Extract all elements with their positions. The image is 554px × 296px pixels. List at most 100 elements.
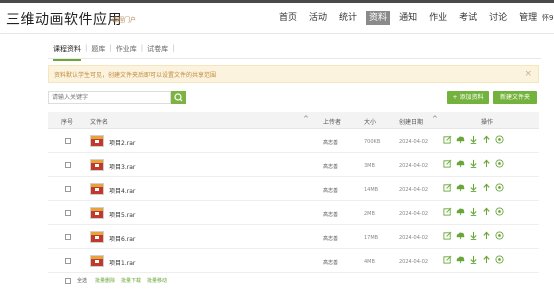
table-row[interactable]: 项目1.rar 高志善 4MB 2024-04-02	[48, 250, 539, 273]
select-all-checkbox[interactable]	[65, 277, 71, 284]
uploader: 高志善	[323, 260, 339, 266]
col-created-date[interactable]: 创建日期	[399, 117, 423, 126]
file-name[interactable]: 项目2.rar	[109, 138, 135, 147]
sort-caret-icon[interactable]: ^	[432, 115, 438, 123]
archive-file-icon	[90, 231, 104, 243]
table-row[interactable]: 项目5.rar 高志善 2MB 2024-04-02	[48, 202, 539, 225]
nav-exams[interactable]: 考试	[456, 11, 480, 25]
nav-management[interactable]: 管理	[516, 11, 540, 25]
file-name[interactable]: 项目4.rar	[109, 186, 135, 195]
notice-banner: 资料默认学生可见，创建文件夹后即可以设置文件的共享范围 ×	[48, 65, 539, 83]
batch-download-link[interactable]: 批量下载	[121, 277, 141, 284]
nav-materials[interactable]: 资料	[366, 11, 391, 25]
move-up-icon[interactable]	[482, 135, 491, 144]
cloud-upload-icon[interactable]	[456, 207, 465, 216]
col-size: 大小	[364, 119, 377, 126]
created-date: 2024-04-02	[399, 139, 429, 145]
file-size: 2MB	[364, 211, 375, 217]
batch-move-link[interactable]: 批量移动	[147, 277, 167, 284]
archive-file-icon	[90, 255, 104, 267]
edit-icon[interactable]	[443, 255, 452, 264]
table-row[interactable]: 项目3.rar 高志善 3MB 2024-04-02	[48, 154, 539, 177]
col-uploader: 上传者	[323, 119, 342, 126]
batch-delete-link[interactable]: 批量删除	[95, 277, 115, 284]
move-up-icon[interactable]	[482, 231, 491, 240]
cloud-upload-icon[interactable]	[456, 159, 465, 168]
file-name[interactable]: 项目3.rar	[109, 162, 135, 171]
table-row[interactable]: 项目2.rar 高志善 700KB 2024-04-02	[48, 130, 539, 153]
row-actions	[443, 135, 508, 144]
tabs-underline	[48, 58, 541, 59]
add-material-button[interactable]: + 添加资料	[447, 91, 489, 104]
uploader: 高志善	[323, 188, 339, 194]
table-row[interactable]: 项目6.rar 高志善 17MB 2024-04-02	[48, 226, 539, 249]
file-name[interactable]: 项目6.rar	[109, 234, 135, 243]
sort-caret-icon[interactable]: ^	[303, 115, 309, 123]
select-all-label[interactable]: 全选	[77, 277, 87, 284]
archive-file-icon	[90, 135, 104, 147]
header: 三维动画软件应用 课程门户 首页 活动 统计 资料 通知 作业 考试 讨论 管理…	[0, 3, 554, 33]
created-date: 2024-04-02	[399, 211, 429, 217]
nav-notices[interactable]: 通知	[396, 11, 420, 25]
uploader: 高志善	[323, 236, 339, 242]
move-up-icon[interactable]	[482, 159, 491, 168]
download-icon[interactable]	[469, 159, 478, 168]
move-up-icon[interactable]	[482, 255, 491, 264]
nav-homework[interactable]: 作业	[426, 11, 450, 25]
download-icon[interactable]	[469, 135, 478, 144]
search-button[interactable]	[171, 91, 186, 104]
download-icon[interactable]	[469, 207, 478, 216]
move-up-icon[interactable]	[482, 207, 491, 216]
more-options-icon[interactable]	[495, 183, 504, 192]
more-options-icon[interactable]	[495, 231, 504, 240]
new-folder-button[interactable]: 新建文件夹	[493, 91, 537, 104]
cloud-upload-icon[interactable]	[456, 255, 465, 264]
search-icon	[174, 93, 183, 102]
edit-icon[interactable]	[443, 159, 452, 168]
nav-activity[interactable]: 活动	[306, 11, 330, 25]
header-divider	[0, 33, 554, 34]
notice-text: 资料默认学生可见，创建文件夹后即可以设置文件的共享范围	[54, 72, 217, 79]
file-size: 4MB	[364, 259, 375, 265]
nav-home[interactable]: 首页	[276, 11, 300, 25]
created-date: 2024-04-02	[399, 259, 429, 265]
course-portal-link[interactable]: 课程门户	[112, 15, 136, 24]
search-input[interactable]	[48, 91, 171, 104]
download-icon[interactable]	[469, 231, 478, 240]
row-checkbox[interactable]	[65, 234, 71, 240]
edit-icon[interactable]	[443, 231, 452, 240]
table-row[interactable]: 项目4.rar 高志善 14MB 2024-04-02	[48, 178, 539, 201]
more-options-icon[interactable]	[495, 159, 504, 168]
row-checkbox[interactable]	[65, 210, 71, 216]
table-header: 序号 文件名 ^ 上传者 大小 创建日期 ^ 操作	[48, 112, 539, 129]
uploader: 高志善	[323, 140, 339, 146]
edit-icon[interactable]	[443, 135, 452, 144]
more-options-icon[interactable]	[495, 255, 504, 264]
file-name[interactable]: 项目1.rar	[109, 258, 135, 267]
more-options-icon[interactable]	[495, 207, 504, 216]
nav-discussion[interactable]: 讨论	[486, 11, 510, 25]
row-checkbox[interactable]	[65, 258, 71, 264]
file-size: 17MB	[364, 235, 379, 241]
cloud-upload-icon[interactable]	[456, 135, 465, 144]
row-checkbox[interactable]	[65, 162, 71, 168]
archive-file-icon	[90, 183, 104, 195]
batch-actions-bar: 全选 批量删除 批量下载 批量移动	[65, 277, 173, 284]
file-size: 14MB	[364, 187, 379, 193]
more-options-icon[interactable]	[495, 135, 504, 144]
row-checkbox[interactable]	[65, 138, 71, 144]
download-icon[interactable]	[469, 255, 478, 264]
edit-icon[interactable]	[443, 183, 452, 192]
created-date: 2024-04-02	[399, 187, 429, 193]
close-icon[interactable]: ×	[524, 68, 532, 80]
edit-icon[interactable]	[443, 207, 452, 216]
download-icon[interactable]	[469, 183, 478, 192]
col-filename[interactable]: 文件名	[90, 117, 108, 126]
cloud-upload-icon[interactable]	[456, 183, 465, 192]
move-up-icon[interactable]	[482, 183, 491, 192]
row-checkbox[interactable]	[65, 186, 71, 192]
nav-statistics[interactable]: 统计	[336, 11, 360, 25]
file-name[interactable]: 项目5.rar	[109, 210, 135, 219]
user-name[interactable]: 怀9	[542, 13, 553, 23]
cloud-upload-icon[interactable]	[456, 231, 465, 240]
